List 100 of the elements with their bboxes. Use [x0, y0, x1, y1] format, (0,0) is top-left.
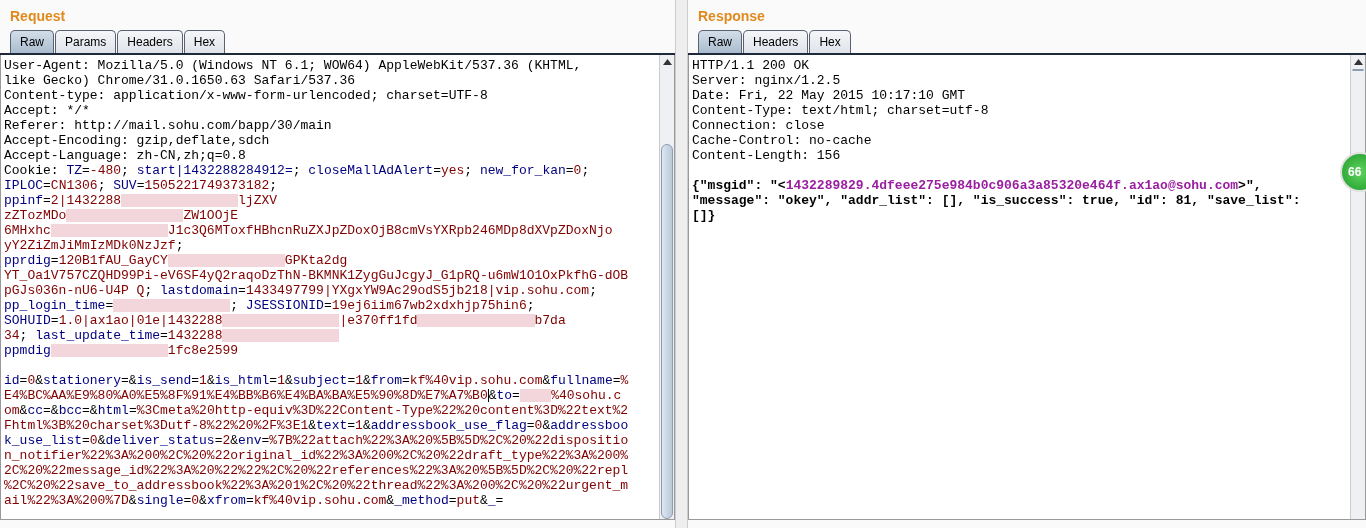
code-text: = [82, 163, 90, 178]
param-value: 1 [277, 373, 285, 388]
code-text: = [238, 283, 246, 298]
param-value: ZW1OOjE [183, 208, 239, 223]
code-text: ; [464, 163, 474, 178]
param-value: 0 [191, 493, 200, 508]
param-value: 120B1fAU_GayCY [58, 253, 168, 268]
code-text: & [308, 418, 317, 433]
code-text: = [43, 193, 51, 208]
tab[interactable]: Headers [117, 30, 183, 53]
param-value: YT_Oa1V757CZQHD99Pi-eV6SF4yQ2raqoDzThN-BKMNK1ZygGuJcgyJ_G1pRQ-u6mW1O1OxPkfhG-dOB [4, 268, 629, 283]
tab[interactable]: Raw [698, 30, 742, 53]
code-text: = [495, 493, 504, 508]
code-text: = [433, 163, 441, 178]
param-value: %3Cmeta%20http-equiv%3D%22Content-Type%22%20content%3D%22text%2 [136, 403, 629, 418]
redaction-block [519, 389, 552, 403]
param-value: |e370ff1fd [339, 313, 418, 328]
param-name: start|1432288284912= [136, 163, 293, 178]
code-text: = [136, 178, 145, 193]
param-name: bcc [58, 403, 83, 418]
param-name: stationery [43, 373, 122, 388]
json-text: >", [1238, 178, 1262, 193]
param-value: ail%22%3A%200%7D [4, 493, 129, 508]
tab[interactable]: Params [55, 30, 117, 53]
param-value: 1 [355, 418, 363, 433]
code-text: Cookie: [4, 163, 60, 178]
param-name: _method [394, 493, 449, 508]
param-name: deliver_status [105, 433, 215, 448]
param-name: to [496, 388, 513, 403]
param-value: 6MHxhc [4, 223, 51, 238]
text-cursor [487, 389, 489, 403]
param-value: om [4, 403, 20, 418]
tab[interactable]: Headers [743, 30, 809, 53]
pane-splitter[interactable] [675, 0, 688, 528]
scrollbar-thumb[interactable] [1352, 69, 1364, 71]
code-text: & [35, 373, 44, 388]
code-text: ; [526, 298, 535, 313]
param-name: IPLOC [4, 178, 43, 193]
code-text: & [230, 433, 239, 448]
code-text: = [183, 493, 192, 508]
param-name: text [316, 418, 348, 433]
param-name: pp_login_time [4, 298, 106, 313]
code-text: Accept-Language: zh-CN,zh;q=0.8 [4, 148, 246, 163]
code-text: = [43, 178, 51, 193]
param-name: _ [487, 493, 496, 508]
param-value: pGJs036n-nU6-U4P Q [4, 283, 145, 298]
tab[interactable]: Raw [10, 30, 54, 53]
param-name: SUV [113, 178, 137, 193]
param-value: 0 [89, 433, 98, 448]
param-value: ljZXV [238, 193, 278, 208]
param-name: is_send [136, 373, 192, 388]
code-text: = [214, 433, 223, 448]
code-text: & [206, 373, 215, 388]
code-text: = [50, 313, 59, 328]
code-text: =& [43, 403, 59, 418]
param-value: 1505221749373182 [144, 178, 270, 193]
code-text: Content-type: application/x-www-form-urlencoded; charset=UTF-8 [4, 88, 488, 103]
json-text: "message": "okey", "addr_list": [], "is_success": true, "id": 81, "save_list": [692, 193, 1301, 208]
code-text: = [448, 493, 457, 508]
param-value: kf%40vip.sohu.com [409, 373, 543, 388]
tab[interactable]: Hex [183, 30, 226, 53]
code-text: =& [82, 403, 98, 418]
scroll-up-icon [662, 56, 672, 66]
code-text: =& [121, 373, 137, 388]
code-text: Cache-Control: no-cache [692, 133, 872, 148]
param-name: new_for_kan [479, 163, 566, 178]
param-value: n_notifier%22%3A%200%2C%20%22original_id%22%3A%200%2C%20%22draft_type%22%3A%200% [4, 448, 629, 463]
code-text: = [19, 373, 28, 388]
code-text: ; [97, 178, 107, 193]
code-text: = [191, 373, 200, 388]
param-value: b7da [534, 313, 566, 328]
code-text: = [269, 373, 278, 388]
param-name: ppinf [4, 193, 43, 208]
code-text: & [97, 433, 106, 448]
code-text: ; [292, 163, 302, 178]
code-text: = [82, 433, 90, 448]
code-text: Accept-Encoding: gzip,deflate,sdch [4, 133, 270, 148]
code-text: HTTP/1.1 200 OK [692, 58, 810, 73]
param-value: 1fc8e2599 [167, 343, 239, 358]
code-text: User-Agent: Mozilla/5.0 (Windows NT 6.1; WOW64) AppleWebKit/537.36 (KHTML, [4, 58, 582, 73]
param-name: is_html [214, 373, 270, 388]
param-value: -480 [89, 163, 122, 178]
code-text: = [512, 388, 520, 403]
param-value: E4%BC%AA%E9%80%A0%E5%8F%91%E4%BB%B6%E4%BA%BA%E5%90%8D%E7%A7%B0 [4, 388, 488, 403]
param-name: fullname [550, 373, 613, 388]
param-value: 1433497799|YXgxYW9Ac29odS5jb218|vip.sohu.com [245, 283, 590, 298]
scrollbar-thumb[interactable] [661, 144, 673, 519]
param-name: cc [27, 403, 44, 418]
code-text: Connection: close [692, 118, 825, 133]
tab[interactable]: Hex [809, 30, 851, 53]
param-value: 0 [534, 418, 543, 433]
code-text: = [565, 163, 574, 178]
code-text: & [19, 403, 28, 418]
code-text: = [526, 418, 535, 433]
param-name: html [97, 403, 129, 418]
param-value: J1c3Q6MToxfHBhcnRuZXJpZDoxOjB8cmVsYXRpb246MDp8dXVpZDoxNjo [167, 223, 613, 238]
param-value: %40sohu.c [551, 388, 622, 403]
code-text: Server: nginx/1.2.5 [692, 73, 841, 88]
code-text: Accept: */* [4, 103, 90, 118]
param-value: yes [440, 163, 465, 178]
